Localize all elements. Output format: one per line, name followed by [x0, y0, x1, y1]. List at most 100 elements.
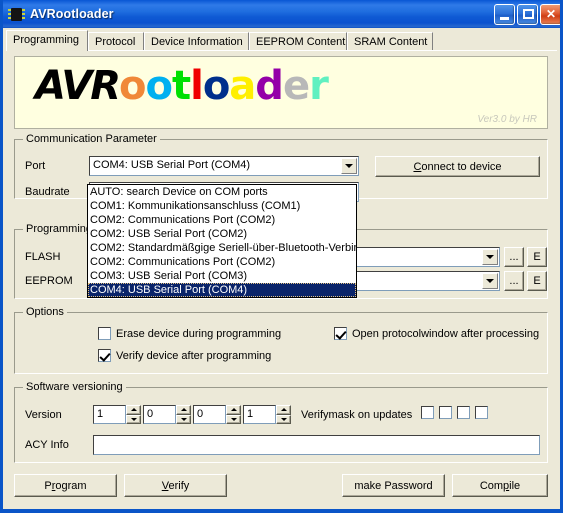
program-button[interactable]: Program — [14, 474, 117, 497]
software-versioning-group: Software versioning Version 1 0 0 1 Veri… — [14, 381, 548, 463]
dropdown-item[interactable]: COM2: USB Serial Port (COM2) — [88, 227, 356, 241]
dropdown-item[interactable]: AUTO: search Device on COM ports — [88, 185, 356, 199]
logo-letter-0: o — [119, 63, 147, 109]
dropdown-item[interactable]: COM2: Standardmäßgige Seriell-über-Bluet… — [88, 241, 356, 255]
version-build-down-button[interactable] — [276, 414, 291, 424]
acy-info-label: ACY Info — [25, 439, 69, 451]
dropdown-item[interactable]: COM2: Communications Port (COM2) — [88, 213, 356, 227]
version-major-down-button[interactable] — [126, 414, 141, 424]
port-dropdown-list[interactable]: AUTO: search Device on COM ports COM1: Ko… — [87, 184, 357, 298]
port-label: Port — [25, 160, 46, 172]
version-build-stepper[interactable]: 1 — [243, 405, 291, 424]
chevron-down-icon[interactable] — [482, 249, 498, 265]
application-window: AVRootloader ✕ Programming Protocol Devi… — [0, 0, 563, 513]
baudrate-label: Baudrate — [25, 186, 70, 198]
window-title: AVRootloader — [30, 7, 114, 21]
logo-prefix: AVR — [35, 63, 121, 109]
logo-letter-1: o — [145, 63, 173, 109]
maximize-button[interactable] — [517, 3, 538, 25]
eeprom-browse-button[interactable]: ... — [504, 271, 524, 291]
compile-label: Compile — [479, 479, 521, 492]
chevron-down-icon[interactable] — [482, 273, 498, 289]
group-title: Communication Parameter — [23, 133, 160, 145]
logo-letter-6: d — [255, 63, 284, 109]
version-revision-value[interactable]: 0 — [193, 405, 226, 424]
tab-sram-content[interactable]: SRAM Content — [347, 32, 433, 51]
version-minor-stepper[interactable]: 0 — [143, 405, 191, 424]
eeprom-browse-label: ... — [509, 275, 519, 287]
logo-banner: AVRootloader Ver3.0 by HR — [14, 56, 548, 129]
verifymask-checkbox-2[interactable] — [439, 406, 452, 419]
dropdown-item[interactable]: COM1: Kommunikationsanschluss (COM1) — [88, 199, 356, 213]
title-bar: AVRootloader ✕ — [3, 0, 560, 28]
open-protocolwindow-label: Open protocolwindow after processing — [352, 327, 540, 340]
flash-browse-button[interactable]: ... — [504, 247, 524, 267]
flash-edit-label: E — [533, 251, 541, 263]
checkbox-box — [475, 406, 488, 419]
tab-eeprom-content[interactable]: EEPROM Content — [249, 32, 347, 51]
verify-button[interactable]: Verify — [124, 474, 227, 497]
dropdown-item[interactable]: COM2: Communications Port (COM2) — [88, 255, 356, 269]
version-build-value[interactable]: 1 — [243, 405, 276, 424]
version-minor-up-button[interactable] — [176, 405, 191, 415]
version-major-value[interactable]: 1 — [93, 405, 126, 424]
tab-protocol[interactable]: Protocol — [88, 32, 144, 51]
make-password-button[interactable]: make Password — [342, 474, 445, 497]
open-protocolwindow-checkbox[interactable]: Open protocolwindow after processing — [334, 327, 539, 340]
version-label: Version — [25, 409, 62, 421]
close-icon: ✕ — [545, 7, 557, 21]
verify-device-label: Verify device after programming — [116, 349, 272, 362]
version-major-stepper[interactable]: 1 — [93, 405, 141, 424]
logo-letter-8: r — [309, 63, 329, 109]
version-revision-up-button[interactable] — [226, 405, 241, 415]
logo-text: AVRootloader — [35, 63, 329, 109]
close-button[interactable]: ✕ — [540, 3, 560, 25]
group-title: Programming — [23, 223, 96, 235]
logo-colored-letters: ootloader — [119, 63, 329, 109]
version-minor-value[interactable]: 0 — [143, 405, 176, 424]
logo-letter-2: t — [171, 63, 191, 109]
logo-letter-3: l — [190, 63, 204, 109]
verify-device-checkbox[interactable]: Verify device after programming — [98, 349, 271, 362]
tab-strip: Programming Protocol Device Information … — [6, 30, 557, 51]
acy-info-input[interactable] — [93, 435, 540, 455]
checkbox-box — [98, 349, 111, 362]
logo-letter-4: o — [202, 63, 231, 109]
eeprom-edit-label: E — [533, 275, 541, 287]
erase-device-checkbox[interactable]: Erase device during programming — [98, 327, 281, 340]
tab-label: Programming — [13, 34, 80, 46]
tab-programming[interactable]: Programming — [6, 30, 88, 51]
dropdown-item[interactable]: COM3: USB Serial Port (COM3) — [88, 269, 356, 283]
checkbox-box — [439, 406, 452, 419]
verifymask-checkbox-1[interactable] — [421, 406, 434, 419]
microchip-icon — [8, 7, 25, 22]
compile-button[interactable]: Compile — [452, 474, 548, 497]
tab-label: Device Information — [151, 36, 243, 48]
connect-to-device-button[interactable]: Connect to device — [375, 156, 540, 177]
minimize-button[interactable] — [494, 3, 515, 25]
chevron-down-icon[interactable] — [341, 158, 357, 174]
flash-edit-button[interactable]: E — [527, 247, 547, 267]
verifymask-checkbox-4[interactable] — [475, 406, 488, 419]
dropdown-item[interactable]: COM4: USB Serial Port (COM4) — [88, 283, 356, 297]
make-password-label: make Password — [354, 479, 433, 492]
logo-version-note: Ver3.0 by HR — [477, 114, 537, 125]
verify-label: Verify — [161, 479, 190, 492]
version-build-up-button[interactable] — [276, 405, 291, 415]
maximize-icon — [523, 8, 534, 19]
minimize-icon — [500, 16, 509, 20]
version-revision-stepper[interactable]: 0 — [193, 405, 241, 424]
checkbox-box — [421, 406, 434, 419]
version-revision-down-button[interactable] — [226, 414, 241, 424]
flash-label: FLASH — [25, 251, 61, 263]
tab-device-information[interactable]: Device Information — [144, 32, 249, 51]
port-combobox[interactable]: COM4: USB Serial Port (COM4) — [89, 156, 359, 176]
eeprom-edit-button[interactable]: E — [527, 271, 547, 291]
checkbox-box — [457, 406, 470, 419]
version-minor-down-button[interactable] — [176, 414, 191, 424]
program-label: Program — [44, 479, 87, 492]
verifymask-checkbox-3[interactable] — [457, 406, 470, 419]
port-combobox-value: COM4: USB Serial Port (COM4) — [93, 159, 251, 171]
checkbox-box — [334, 327, 347, 340]
version-major-up-button[interactable] — [126, 405, 141, 415]
